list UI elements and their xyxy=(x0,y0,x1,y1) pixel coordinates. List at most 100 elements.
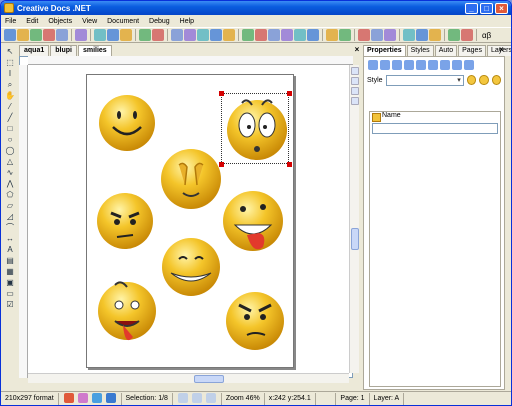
ellipse-tool-icon[interactable]: ◯ xyxy=(5,146,16,156)
menu-view[interactable]: View xyxy=(82,18,97,25)
tab-blupi[interactable]: blupi xyxy=(50,45,77,56)
glyphs-icon[interactable]: αβ xyxy=(482,31,491,40)
tab-aqua1[interactable]: aqua1 xyxy=(19,45,50,56)
picker-tool-icon[interactable]: ⁄ xyxy=(5,102,16,112)
grid-icon[interactable] xyxy=(358,29,370,41)
vertical-scroll-thumb[interactable] xyxy=(351,228,359,250)
redo-icon[interactable] xyxy=(152,29,164,41)
horizontal-scroll-thumb[interactable] xyxy=(194,375,224,383)
text-icon[interactable] xyxy=(461,29,473,41)
save-as-icon[interactable] xyxy=(43,29,55,41)
style-left-icon[interactable] xyxy=(466,75,477,85)
new-icon[interactable] xyxy=(4,29,16,41)
properties-tool-icon[interactable] xyxy=(416,60,426,70)
regular-tool-icon[interactable]: ⬠ xyxy=(5,190,16,200)
zoom-out-icon[interactable] xyxy=(63,392,74,403)
volume-tool-icon[interactable]: ◿ xyxy=(5,212,16,222)
text-line-tool-icon[interactable]: A xyxy=(5,245,16,255)
undo-icon[interactable] xyxy=(139,29,151,41)
edit-tool-icon[interactable]: I xyxy=(5,69,16,79)
group-icon[interactable] xyxy=(242,29,254,41)
horizontal-scrollbar[interactable] xyxy=(28,373,349,383)
title-bar[interactable]: Creative Docs .NET _ □ × xyxy=(1,1,511,15)
properties-tool-icon[interactable] xyxy=(452,60,462,70)
dimension-tool-icon[interactable]: ↔ xyxy=(5,234,16,244)
save-icon[interactable] xyxy=(30,29,42,41)
status-tool-icon[interactable] xyxy=(205,392,216,403)
x-icon[interactable] xyxy=(281,29,293,41)
arrange-icon[interactable] xyxy=(197,29,209,41)
smiley-suspicious[interactable] xyxy=(226,292,284,350)
arrange-icon[interactable] xyxy=(171,29,183,41)
maximize-button[interactable]: □ xyxy=(480,2,493,14)
properties-tool-icon[interactable] xyxy=(404,60,414,70)
poly-tool-icon[interactable]: ⋀ xyxy=(5,179,16,189)
menu-objects[interactable]: Objects xyxy=(48,18,72,25)
delete-icon[interactable] xyxy=(75,29,87,41)
properties-tool-icon[interactable] xyxy=(392,60,402,70)
properties-tool-icon[interactable] xyxy=(380,60,390,70)
rectangle-tool-icon[interactable]: □ xyxy=(5,124,16,134)
surface-tool-icon[interactable]: ▱ xyxy=(5,201,16,211)
button-tool-icon[interactable]: ▭ xyxy=(5,289,16,299)
info-icon[interactable] xyxy=(429,29,441,41)
zoom-width-icon[interactable] xyxy=(91,392,102,403)
smiley-grumpy[interactable] xyxy=(97,193,153,249)
print-icon[interactable] xyxy=(56,29,68,41)
align-icon[interactable] xyxy=(326,29,338,41)
arrange-icon[interactable] xyxy=(184,29,196,41)
check-tool-icon[interactable]: ☑ xyxy=(5,300,16,310)
style-select[interactable] xyxy=(385,74,464,86)
hand-tool-icon[interactable]: ✋ xyxy=(5,91,16,101)
tab-smilies[interactable]: smilies xyxy=(77,45,112,56)
zoom-in-icon[interactable] xyxy=(105,392,116,403)
smiley-sleepy[interactable] xyxy=(161,149,221,209)
polygon-tool-icon[interactable]: △ xyxy=(5,157,16,167)
style-right-icon[interactable] xyxy=(479,75,489,85)
open-icon[interactable] xyxy=(17,29,29,41)
bezier-tool-icon[interactable]: ∿ xyxy=(5,168,16,178)
scroll-up-icon[interactable] xyxy=(351,87,359,95)
preview-icon[interactable] xyxy=(403,29,415,41)
tab-styles[interactable]: Styles xyxy=(406,45,434,56)
minimize-button[interactable]: _ xyxy=(465,2,478,14)
properties-tool-icon[interactable] xyxy=(440,60,450,70)
paste-icon[interactable] xyxy=(120,29,132,41)
menu-edit[interactable]: Edit xyxy=(26,18,38,25)
close-button[interactable]: × xyxy=(495,2,508,14)
snap-icon[interactable] xyxy=(371,29,383,41)
merge-icon[interactable] xyxy=(294,29,306,41)
zoom-page-icon[interactable] xyxy=(77,392,88,403)
smiley-happy[interactable] xyxy=(99,95,155,151)
close-panel-icon[interactable]: × xyxy=(499,45,507,55)
minus-icon[interactable] xyxy=(268,29,280,41)
copy-icon[interactable] xyxy=(107,29,119,41)
array-tool-icon[interactable]: ▦ xyxy=(5,267,16,277)
scroll-up-icon[interactable] xyxy=(351,67,359,75)
smiley-tongue[interactable] xyxy=(223,191,283,251)
align-icon[interactable] xyxy=(339,29,351,41)
tab-auto[interactable]: Auto xyxy=(434,45,458,56)
vertical-scrollbar[interactable] xyxy=(349,65,359,373)
properties-tool-icon[interactable] xyxy=(428,60,438,70)
menu-debug[interactable]: Debug xyxy=(149,18,170,25)
style-edit-icon[interactable] xyxy=(491,75,501,85)
tab-pages[interactable]: Pages xyxy=(458,45,486,56)
smiley-grin[interactable] xyxy=(162,238,220,296)
close-document-icon[interactable]: × xyxy=(352,45,362,55)
smiley-silly[interactable] xyxy=(98,281,156,341)
menu-file[interactable]: File xyxy=(5,18,16,25)
zoom-tool-icon[interactable]: ⌕ xyxy=(5,80,16,90)
shape-icon[interactable] xyxy=(307,29,319,41)
status-tool-icon[interactable] xyxy=(191,392,202,403)
properties-tool-icon[interactable] xyxy=(464,60,474,70)
select-tool-icon[interactable]: ↖ xyxy=(5,47,16,57)
name-input[interactable] xyxy=(372,123,498,134)
selection-handle[interactable] xyxy=(219,162,224,167)
cut-icon[interactable] xyxy=(94,29,106,41)
line-tool-icon[interactable]: ╱ xyxy=(5,113,16,123)
menu-help[interactable]: Help xyxy=(180,18,194,25)
selection-handle[interactable] xyxy=(219,91,224,96)
plus-icon[interactable] xyxy=(255,29,267,41)
guides-icon[interactable] xyxy=(384,29,396,41)
